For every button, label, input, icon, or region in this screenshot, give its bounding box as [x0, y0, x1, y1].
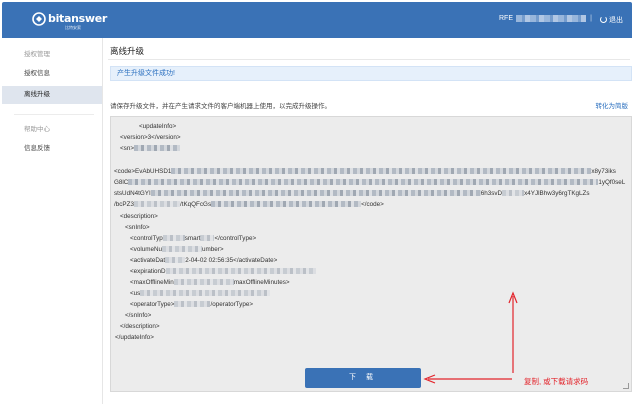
- code-text: /tKqQFcGs: [179, 201, 212, 208]
- logout-label: 退出: [609, 17, 623, 24]
- code-line: <operatorType> /operatorType>: [130, 301, 253, 308]
- code-line: /bcPZ3/tKqQFcGs </code>: [114, 201, 384, 208]
- redacted-text: [171, 168, 592, 174]
- redacted-text: [133, 201, 180, 207]
- top-navigation-bar: bitanswer 比特安索 RFE | 退出: [2, 2, 632, 38]
- code-line: <activateDat 2-04-02 02:56:35</activateDa…: [130, 257, 277, 264]
- code-line: </description>: [120, 323, 160, 330]
- code-text: smart: [184, 235, 201, 242]
- user-account: RFE: [499, 15, 586, 22]
- brand-subtitle: 比特安索: [65, 25, 81, 30]
- redacted-text: [174, 301, 211, 307]
- code-text: <operatorType>: [130, 301, 175, 308]
- code-text: </code>: [361, 201, 384, 208]
- sidebar-item-offline-upgrade[interactable]: 离线升级: [2, 86, 102, 104]
- code-text: 6h3svD: [480, 190, 503, 197]
- code-text: 2-04-02 02:56:35</activateDate>: [185, 257, 278, 264]
- code-line: <snInfo>: [125, 224, 150, 231]
- bitanswer-logo-icon: [32, 12, 46, 26]
- resize-handle[interactable]: [623, 383, 629, 389]
- code-line: <code>EvAbUHSD1 x8y73iks: [114, 168, 616, 175]
- redacted-text: [134, 145, 181, 151]
- redacted-text: [200, 235, 215, 241]
- sidebar-group-help: 帮助中心: [24, 126, 50, 133]
- brand-name: bitanswer: [48, 12, 108, 25]
- convert-simplified-link[interactable]: 转化为简版: [596, 100, 629, 110]
- code-line: G8lC 1yQf0seL: [114, 179, 625, 186]
- redacted-text: [128, 179, 599, 185]
- logout-button[interactable]: 退出: [600, 15, 623, 25]
- sidebar-item-license-info[interactable]: 授权信息: [2, 65, 102, 83]
- success-alert: 产生升级文件成功!: [110, 66, 632, 81]
- code-text: x8y73iks: [591, 168, 616, 175]
- redacted-text: [211, 201, 362, 207]
- redacted-text: [150, 190, 481, 196]
- code-line: <controlTyp smart </controlType>: [130, 235, 256, 242]
- code-line: <volumeNu umber>: [130, 246, 224, 253]
- code-text: /operatorType>: [210, 301, 254, 308]
- code-text: G8lC: [114, 179, 129, 186]
- redacted-text: [173, 279, 234, 285]
- code-text: maxOfflineMinutes>: [233, 279, 290, 286]
- code-line: stsUdN4tGYI 6h3svD x4YJlBhw3y6rgTKgLZs: [114, 190, 590, 197]
- code-line: </updateInfo>: [115, 334, 154, 341]
- redacted-text: [162, 235, 185, 241]
- user-name-mask: [516, 15, 586, 22]
- code-text: /bcPZ3: [114, 201, 134, 208]
- code-text: stsUdN4tGYI: [114, 190, 151, 197]
- code-text: 1yQf0seL: [598, 179, 626, 186]
- code-line: <us: [130, 290, 271, 297]
- bitanswer-logo: bitanswer 比特安索: [32, 11, 107, 31]
- instruction-text: 请保存升级文件，并在产生请求文件的客户端机器上使用，以完成升级操作。: [110, 103, 331, 110]
- upgrade-code-textarea[interactable]: <updateInfo> <version>3</version> <sn> <…: [110, 116, 632, 392]
- code-text: x4YJlBhw3y6rgTKgLZs: [524, 190, 590, 197]
- code-text: <sn>: [120, 145, 135, 152]
- code-line: </snInfo>: [125, 312, 152, 319]
- title-divider: [108, 59, 630, 60]
- code-line: <maxOfflineMin maxOfflineMinutes>: [130, 279, 290, 286]
- annotation-note: 复制, 或下载请求码: [524, 377, 589, 386]
- header-divider: |: [590, 15, 592, 22]
- redacted-text: [140, 290, 271, 296]
- sidebar: 授权管理 授权信息 离线升级 帮助中心 信息反馈: [2, 38, 103, 404]
- code-text: <activateDat: [130, 257, 166, 264]
- page-title: 离线升级: [110, 46, 145, 56]
- power-icon: [600, 16, 607, 23]
- code-line: <version>3</version>: [120, 134, 181, 141]
- code-text: </controlType>: [214, 235, 257, 242]
- code-text: <volumeNu: [130, 246, 163, 253]
- code-text: <us: [130, 290, 141, 297]
- redacted-text: [165, 268, 316, 274]
- sidebar-item-feedback[interactable]: 信息反馈: [2, 140, 102, 158]
- sidebar-group-license: 授权管理: [24, 51, 50, 58]
- code-text: <maxOfflineMin: [130, 279, 174, 286]
- download-button[interactable]: 下 载: [305, 368, 421, 388]
- code-text: <expirationD: [130, 268, 166, 275]
- code-text: <code>EvAbUHSD1: [114, 168, 172, 175]
- redacted-text: [165, 257, 186, 263]
- redacted-text: [502, 190, 525, 196]
- code-line: <updateInfo>: [139, 123, 177, 130]
- code-line: <sn>: [120, 145, 181, 152]
- code-text: <controlTyp: [130, 235, 163, 242]
- sidebar-divider: [14, 114, 94, 115]
- code-text: umber>: [202, 246, 224, 253]
- code-line: <description>: [120, 213, 158, 220]
- code-line: <expirationD: [130, 268, 316, 275]
- redacted-text: [162, 246, 203, 252]
- main-content: 离线升级 产生升级文件成功! 请保存升级文件，并在产生请求文件的客户端机器上使用…: [104, 38, 632, 404]
- user-name-prefix: RFE: [499, 15, 513, 22]
